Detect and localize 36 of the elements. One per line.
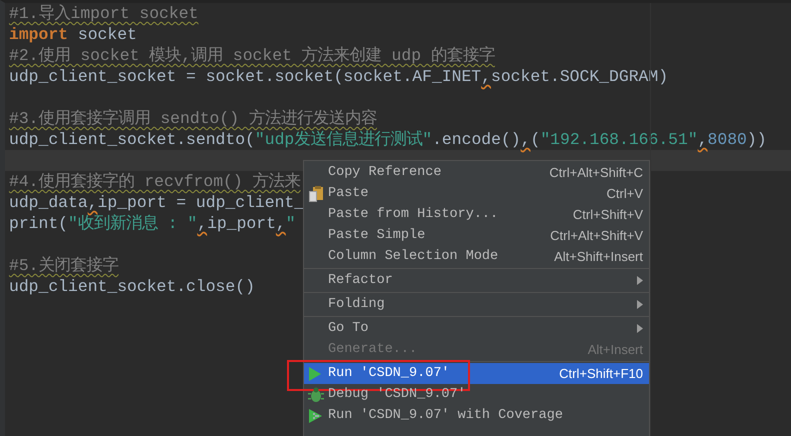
submenu-arrow-icon xyxy=(637,324,643,333)
menu-item[interactable]: Copy Reference Ctrl+Alt+Shift+C xyxy=(304,162,649,183)
code-line: udp_client_socket = socket.socket(socket.AF_INET,socket.SOCK_DGRAM) xyxy=(9,67,668,86)
shortcut-label: Ctrl+Shift+V xyxy=(572,207,643,222)
shortcut-label: Ctrl+Alt+Shift+C xyxy=(549,165,643,180)
bug-icon xyxy=(308,386,324,402)
menu-item[interactable]: Paste from History... Ctrl+Shift+V xyxy=(304,204,649,225)
code-line: print("收到新消息 : ",ip_port," xyxy=(9,214,296,233)
shortcut-label: Ctrl+Alt+Shift+V xyxy=(550,228,643,243)
play-icon xyxy=(308,366,322,382)
menu-item[interactable]: Folding xyxy=(304,294,649,315)
menu-item[interactable]: Debug 'CSDN_9.07' xyxy=(304,384,649,405)
shortcut-label: Alt+Insert xyxy=(588,342,643,357)
menu-item[interactable]: Paste Ctrl+V xyxy=(304,183,649,204)
code-line: udp_client_socket.close() xyxy=(9,277,255,296)
menu-item[interactable]: Run 'CSDN_9.07' with Coverage xyxy=(304,405,649,426)
code-line: #2.使用 socket 模块,调用 socket 方法来创建 udp 的套接字 xyxy=(9,46,495,65)
clipboard-icon xyxy=(308,186,324,202)
code-line: udp_data,ip_port = udp_client_ xyxy=(9,193,304,212)
menu-item[interactable]: Run 'CSDN_9.07' Ctrl+Shift+F10 xyxy=(304,363,649,384)
code-line: #4.使用套接字的 recvfrom() 方法来 xyxy=(9,172,301,191)
shortcut-label: Alt+Shift+Insert xyxy=(554,249,643,264)
code-line: #1.导入import socket xyxy=(9,4,198,23)
code-line: #5.关闭套接字 xyxy=(9,256,119,275)
code-line: import socket xyxy=(9,25,137,44)
submenu-arrow-icon xyxy=(637,276,643,285)
code-line: #3.使用套接字调用 sendto() 方法进行发送内容 xyxy=(9,109,377,128)
coverage-icon xyxy=(308,408,324,424)
menu-item[interactable]: Refactor xyxy=(304,270,649,291)
submenu-arrow-icon xyxy=(637,300,643,309)
menu-item[interactable]: Go To xyxy=(304,318,649,339)
shortcut-label: Ctrl+Shift+F10 xyxy=(559,366,643,381)
code-line: udp_client_socket.sendto("udp发送信息进行测试".encode(),("192.168.166.51",8080)) xyxy=(9,130,767,149)
menu-item[interactable]: Column Selection Mode Alt+Shift+Insert xyxy=(304,246,649,267)
shortcut-label: Ctrl+V xyxy=(606,186,643,201)
menu-item[interactable]: Paste Simple Ctrl+Alt+Shift+V xyxy=(304,225,649,246)
